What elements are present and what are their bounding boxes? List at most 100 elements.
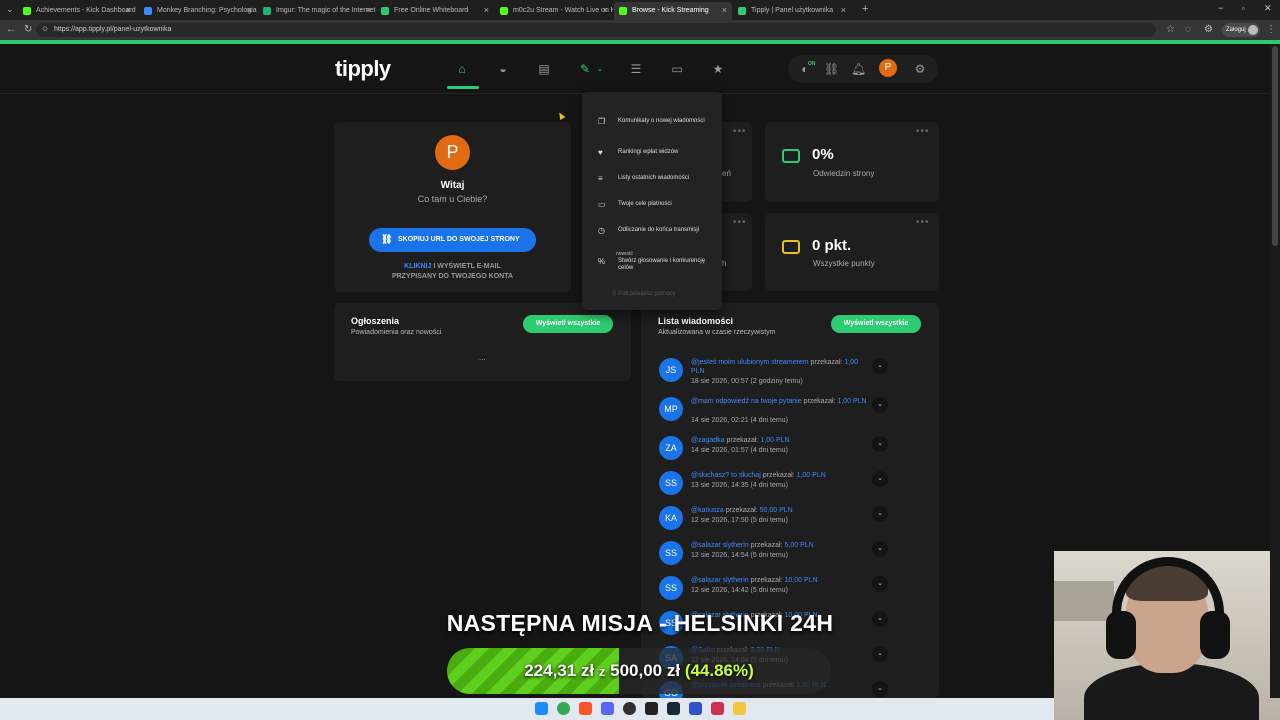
message-row[interactable]: JS @jesteś moim ulubionym streamerem prze… — [658, 358, 898, 388]
expand-chevron-icon[interactable]: ⌄ — [872, 681, 888, 697]
tab-close-icon[interactable]: × — [366, 5, 371, 15]
message-user[interactable]: @salazar slytherin — [691, 577, 749, 584]
browser-tab[interactable]: m0c2u Stream - Watch Live on Ki × — [495, 2, 613, 20]
tipply-logo[interactable]: tipply — [335, 56, 391, 82]
expand-chevron-icon[interactable]: ⌄ — [872, 541, 888, 557]
page-scroll-thumb[interactable] — [1272, 46, 1278, 246]
tab-menu-icon[interactable]: ⌄ — [6, 4, 14, 15]
obs-icon[interactable] — [623, 702, 636, 715]
sync-icon[interactable]: ⚙ — [1204, 24, 1213, 35]
welcome-subtitle: Co tam u Ciebie? — [417, 194, 488, 204]
browser-tab[interactable]: Tipply | Panel użytkownika × — [733, 2, 851, 20]
message-time: 14 sie 2026, 02:21 (4 dni temu) — [691, 417, 788, 424]
messages-view-all-button[interactable]: Wyświetl wszystkie — [831, 315, 921, 333]
message-user[interactable]: @słuchasz? to słuchaj — [691, 472, 761, 479]
window-icon[interactable]: ▭ — [670, 62, 684, 76]
maximize-icon[interactable]: ▫ — [1242, 4, 1245, 13]
card-menu-icon[interactable]: ••• — [733, 126, 747, 137]
browser-tab[interactable]: Browse - Kick Streaming × — [614, 2, 732, 20]
message-row[interactable]: MP @mam odpowiedź na twoje pytanie przeka… — [658, 397, 898, 427]
profile-button[interactable]: Zaloguj — [1222, 23, 1260, 37]
close-window-icon[interactable]: ✕ — [1264, 3, 1272, 14]
bell-icon[interactable]: 🔔︎ — [851, 62, 866, 76]
browser-menu-icon[interactable]: ⋮ — [1266, 24, 1276, 35]
expand-chevron-icon[interactable]: ⌄ — [872, 358, 888, 374]
copy-url-button[interactable]: ⛓ SKOPIUJ URL DO SWOJEJ STRONY — [369, 228, 536, 252]
chrome-icon[interactable] — [557, 702, 570, 715]
tab-favicon-icon — [23, 7, 31, 15]
layers-icon[interactable]: ☰ — [629, 62, 643, 76]
help-link[interactable]: ⚲ Potrzebujesz pomocy — [612, 290, 675, 297]
message-row[interactable]: SS @salazar slytherin przekazał: 5,00 PLN… — [658, 541, 898, 571]
message-row[interactable]: KA @katiusza przekazał: 50,00 PLN 12 sie 2… — [658, 506, 898, 536]
headset-left-cup — [1106, 611, 1136, 659]
reload-icon[interactable]: ↻ — [24, 24, 32, 35]
app-header: tipply ⌂ ◒ ▤ ✎ ⌄ ☰ ▭ ★ ◐ ON ⛓ 🔔︎ ⚙ — [0, 44, 1270, 94]
expand-chevron-icon[interactable]: ⌄ — [872, 576, 888, 592]
message-verb: przekazał: — [810, 359, 843, 366]
home-icon[interactable]: ⌂ — [455, 62, 469, 76]
active-nav-underline — [447, 86, 479, 89]
star-icon[interactable]: ★ — [711, 62, 725, 76]
card-menu-icon[interactable]: ••• — [916, 217, 930, 228]
app2-icon[interactable] — [689, 702, 702, 715]
extension-icon[interactable]: ◌ — [1185, 24, 1191, 35]
browser-tab[interactable]: Imgur: The magic of the Internet × — [258, 2, 376, 20]
message-text: @zagadka przekazał: 1,00 PLN — [691, 436, 871, 445]
expand-chevron-icon[interactable]: ⌄ — [872, 436, 888, 452]
message-user[interactable]: @salazar slytherin — [691, 542, 749, 549]
clock-icon: ◷ — [598, 226, 605, 235]
message-time: 12 sie 2026, 17:50 (5 dni temu) — [691, 517, 788, 524]
tab-close-icon[interactable]: × — [126, 5, 131, 15]
windows-icon[interactable] — [535, 702, 548, 715]
expand-chevron-icon[interactable]: ⌄ — [872, 397, 888, 413]
tab-close-icon[interactable]: × — [247, 5, 252, 15]
message-amount: 1,00 PLN — [760, 437, 790, 444]
message-row[interactable]: SS @słuchasz? to słuchaj przekazał: 1,00 … — [658, 471, 898, 501]
wallet-icon[interactable]: ▤ — [537, 62, 551, 76]
minimize-icon[interactable]: − — [1218, 3, 1223, 13]
app3-icon[interactable] — [711, 702, 724, 715]
message-amount: 1,00 PLN — [796, 472, 826, 479]
browser-tab[interactable]: Monkey Branching: Psychologia Z × — [139, 2, 257, 20]
edit-icon[interactable]: ✎ — [578, 62, 592, 76]
show-email-link[interactable]: KLIKNIJ — [404, 263, 431, 270]
message-time: 12 sie 2026, 14:54 (5 dni temu) — [691, 552, 788, 559]
app-icon[interactable] — [645, 702, 658, 715]
gear-icon[interactable]: ⚙ — [913, 62, 927, 76]
tab-favicon-icon — [738, 7, 746, 15]
tab-close-icon[interactable]: × — [603, 5, 608, 15]
email-note-line-2: PRZYPISANY DO TWOJEGO KONTA — [391, 273, 514, 280]
card-menu-icon[interactable]: ••• — [916, 126, 930, 137]
headset-right-cup — [1200, 611, 1230, 659]
expand-chevron-icon[interactable]: ⌄ — [872, 506, 888, 522]
tab-close-icon[interactable]: × — [841, 5, 846, 15]
message-row[interactable]: SS @salazar slytherin przekazał: 10,00 PL… — [658, 576, 898, 606]
message-user[interactable]: @katiusza — [691, 507, 724, 514]
message-user[interactable]: @jesteś moim ulubionym streamerem — [691, 359, 809, 366]
message-time: 13 sie 2026, 14:35 (4 dni temu) — [691, 482, 788, 489]
announcements-view-all-button[interactable]: Wyświetl wszystkie — [523, 315, 613, 333]
user-avatar[interactable]: P — [879, 59, 897, 77]
message-user[interactable]: @zagadka — [691, 437, 725, 444]
message-row[interactable]: ZA @zagadka przekazał: 1,00 PLN 14 sie 202… — [658, 436, 898, 466]
back-icon[interactable]: ← — [6, 24, 16, 35]
browser-tab[interactable]: Free Online Whiteboard × — [376, 2, 494, 20]
new-tab-icon[interactable]: + — [862, 3, 868, 15]
message-user[interactable]: @mam odpowiedź na twoje pytanie — [691, 398, 802, 405]
url-field[interactable]: ⊙ https://app.tipply.pl/panel-uzytkownik… — [36, 23, 1156, 37]
brave-icon[interactable] — [579, 702, 592, 715]
tab-close-icon[interactable]: × — [484, 5, 489, 15]
files-icon[interactable] — [733, 702, 746, 715]
edit-chevron-icon[interactable]: ⌄ — [593, 62, 607, 76]
link-icon[interactable]: ⛓ — [824, 62, 839, 76]
card-menu-icon[interactable]: ••• — [733, 217, 747, 228]
bookmark-star-icon[interactable]: ☆ — [1166, 24, 1175, 35]
inbox-icon[interactable]: ◒ — [496, 62, 510, 76]
steam-icon[interactable] — [667, 702, 680, 715]
tab-close-icon[interactable]: × — [722, 5, 727, 15]
expand-chevron-icon[interactable]: ⌄ — [872, 646, 888, 662]
expand-chevron-icon[interactable]: ⌄ — [872, 471, 888, 487]
discord-icon[interactable] — [601, 702, 614, 715]
browser-tab[interactable]: Achievements - Kick Dashboard × — [18, 2, 136, 20]
